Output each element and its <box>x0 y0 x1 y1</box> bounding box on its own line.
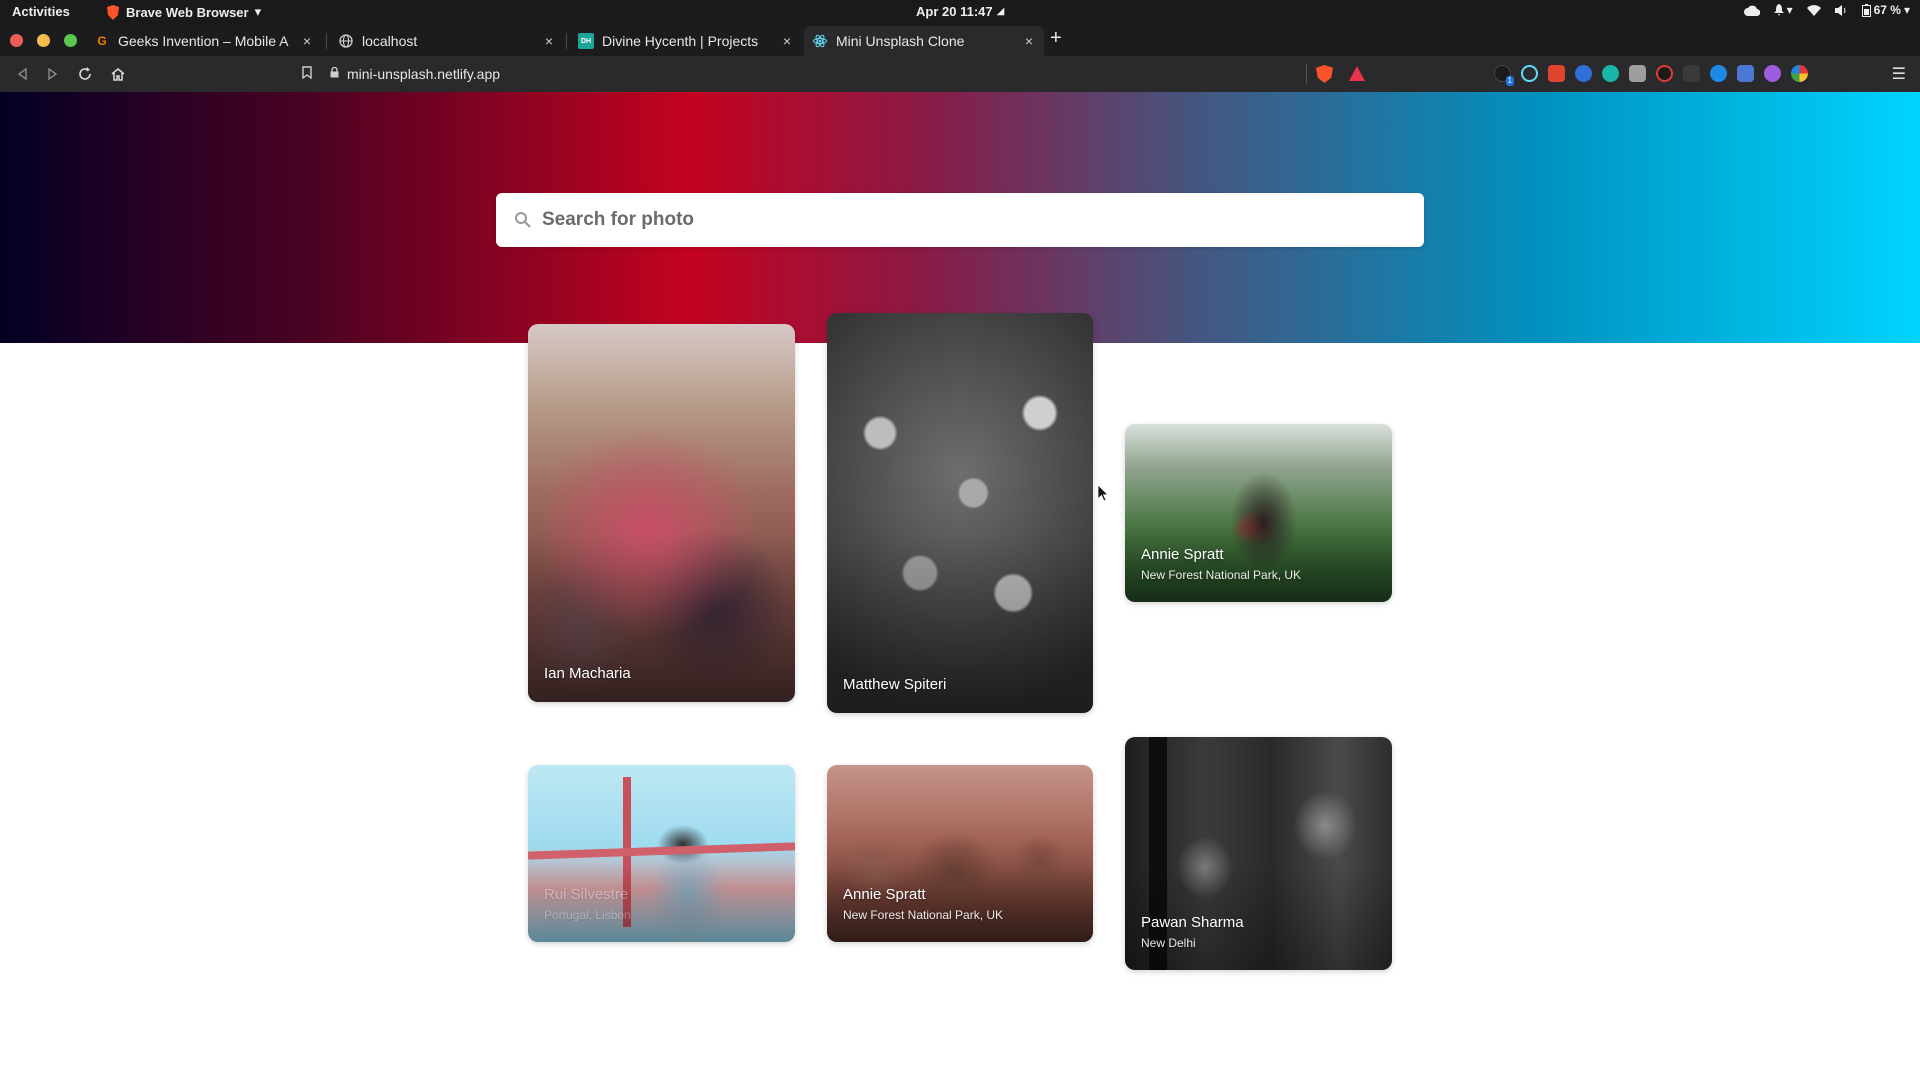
back-arrow-icon <box>17 68 27 80</box>
photographer-name: Ian Macharia <box>544 665 631 682</box>
extension-icon[interactable]: 1 <box>1494 65 1514 86</box>
forward-button[interactable] <box>43 64 63 84</box>
clock[interactable]: Apr 20 11:47 ◢ <box>916 4 1004 19</box>
reload-icon <box>79 67 91 80</box>
extension-icons: 1 <box>1494 65 1808 86</box>
extension-icon[interactable] <box>1548 65 1565 82</box>
browser-toolbar: mini-unsplash.netlify.app 1 ☰ <box>0 56 1920 92</box>
hamburger-menu-icon[interactable]: ☰ <box>1892 64 1906 84</box>
photo-caption: Annie Spratt New Forest National Park, U… <box>843 886 1003 922</box>
window-maximize-button[interactable] <box>64 34 77 47</box>
chevron-down-icon: ▾ <box>1786 3 1793 17</box>
address-bar-divider <box>1306 64 1307 84</box>
extension-icon[interactable] <box>1602 65 1619 82</box>
tab-geeks-invention[interactable]: G Geeks Invention – Mobile A × <box>86 26 322 56</box>
volume-icon[interactable] <box>1834 4 1848 16</box>
bookmark-icon[interactable] <box>302 66 312 82</box>
photo-caption: Pawan Sharma New Delhi <box>1141 914 1244 950</box>
mouse-cursor-icon <box>1098 485 1109 502</box>
photo-caption: Rui Silvestre Portugal, Lisbon <box>544 886 631 922</box>
tab-divine-hycenth-projects[interactable]: DH Divine Hycenth | Projects × <box>570 26 802 56</box>
photo-card[interactable]: Matthew Spiteri <box>827 313 1093 713</box>
app-menu[interactable]: Brave Web Browser ▾ <box>106 4 261 20</box>
google-g-icon: G <box>97 34 107 48</box>
photographer-name: Pawan Sharma <box>1141 914 1244 931</box>
react-devtools-icon[interactable] <box>1521 65 1538 82</box>
chevron-down-icon: ▾ <box>1903 3 1910 17</box>
forward-arrow-icon <box>48 68 58 80</box>
window-minimize-button[interactable] <box>37 34 50 47</box>
search-icon <box>515 212 531 228</box>
new-tab-button[interactable]: + <box>1050 27 1062 50</box>
tab-title: Geeks Invention – Mobile A <box>118 33 289 49</box>
battery-percent: 67 % <box>1873 3 1901 17</box>
system-tray[interactable]: ▾ 67 % ▾ <box>1743 3 1910 17</box>
browser-tab-strip: G Geeks Invention – Mobile A × localhost… <box>0 24 1920 56</box>
back-button[interactable] <box>12 64 32 84</box>
photo-card[interactable]: Ian Macharia <box>528 324 795 702</box>
system-top-bar: Activities Brave Web Browser ▾ Apr 20 11… <box>0 0 1920 24</box>
brave-rewards-icon[interactable] <box>1349 66 1365 81</box>
photo-caption: Annie Spratt New Forest National Park, U… <box>1141 546 1301 582</box>
battery-indicator[interactable]: 67 % ▾ <box>1861 3 1910 17</box>
photo-caption: Ian Macharia <box>544 665 631 682</box>
tab-close-icon[interactable]: × <box>1022 33 1036 49</box>
photographer-name: Matthew Spiteri <box>843 676 947 693</box>
extension-icon[interactable] <box>1710 65 1727 82</box>
photo-card[interactable]: Annie Spratt New Forest National Park, U… <box>1125 424 1392 602</box>
react-icon <box>812 33 828 49</box>
photographer-name: Rui Silvestre <box>544 886 629 903</box>
photo-location: New Forest National Park, UK <box>843 908 1004 922</box>
battery-icon <box>1861 3 1871 17</box>
home-icon <box>111 67 125 81</box>
photo-card[interactable]: Annie Spratt New Forest National Park, U… <box>827 765 1093 942</box>
tab-close-icon[interactable]: × <box>542 33 556 49</box>
translate-icon[interactable] <box>1737 65 1754 82</box>
photo-card[interactable]: Pawan Sharma New Delhi <box>1125 737 1392 970</box>
tab-separator <box>326 33 327 49</box>
url-text[interactable]: mini-unsplash.netlify.app <box>347 66 500 82</box>
photographer-name: Annie Spratt <box>843 886 926 903</box>
app-menu-label: Brave Web Browser <box>126 4 249 20</box>
clock-label: Apr 20 11:47 <box>916 4 993 19</box>
notification-bell-icon[interactable]: ▾ <box>1773 3 1793 17</box>
search-input[interactable] <box>542 209 1424 231</box>
reload-button[interactable] <box>75 64 95 84</box>
photo-location: New Delhi <box>1141 936 1196 950</box>
tab-title: Divine Hycenth | Projects <box>602 33 759 49</box>
tab-localhost[interactable]: localhost × <box>330 26 564 56</box>
extension-icon[interactable] <box>1764 65 1781 82</box>
tab-mini-unsplash-clone[interactable]: Mini Unsplash Clone × <box>804 26 1044 56</box>
photo-card[interactable]: Rui Silvestre Portugal, Lisbon <box>528 765 795 942</box>
page-viewport: Ian Macharia Rui Silvestre Portugal, Lis… <box>0 92 1920 1080</box>
photo-location: New Forest National Park, UK <box>1141 568 1302 582</box>
tab-close-icon[interactable]: × <box>780 33 794 49</box>
extension-icon[interactable] <box>1656 65 1673 82</box>
tab-separator <box>566 33 567 49</box>
photographer-name: Annie Spratt <box>1141 546 1224 563</box>
dh-logo-icon: DH <box>578 33 594 49</box>
wifi-icon[interactable] <box>1806 4 1821 16</box>
extension-icon[interactable] <box>1791 65 1808 82</box>
photo-caption: Matthew Spiteri <box>843 676 946 693</box>
activities-button[interactable]: Activities <box>12 4 70 19</box>
chevron-down-icon: ▾ <box>254 4 262 19</box>
globe-icon <box>338 33 354 49</box>
cloud-icon[interactable] <box>1743 5 1760 16</box>
extension-icon[interactable] <box>1629 65 1646 82</box>
window-close-button[interactable] <box>10 34 23 47</box>
tab-title: Mini Unsplash Clone <box>836 33 965 49</box>
tab-close-icon[interactable]: × <box>300 33 314 49</box>
search-bar[interactable] <box>496 193 1424 247</box>
home-button[interactable] <box>108 64 128 84</box>
photo-location: Portugal, Lisbon <box>544 908 631 922</box>
tab-title: localhost <box>362 33 418 49</box>
address-bar[interactable]: mini-unsplash.netlify.app <box>302 61 1376 87</box>
alarm-icon: ◢ <box>996 6 1005 17</box>
extension-icon[interactable] <box>1575 65 1592 82</box>
brave-lion-icon <box>107 4 119 20</box>
extension-icon[interactable] <box>1683 65 1700 82</box>
lock-icon[interactable] <box>330 66 339 81</box>
